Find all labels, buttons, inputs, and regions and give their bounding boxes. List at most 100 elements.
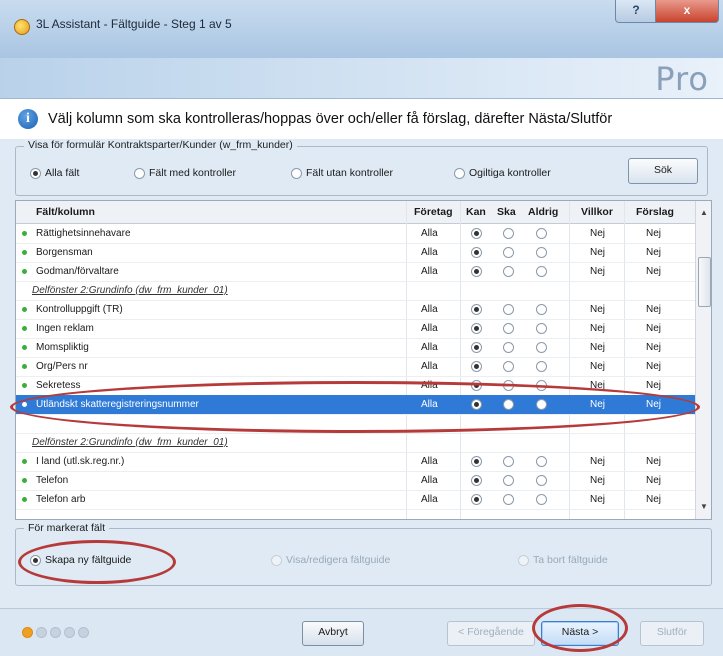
row-forslag[interactable]: Nej (646, 376, 661, 395)
col-ska[interactable]: Ska (497, 201, 516, 223)
radio-ska[interactable] (503, 228, 514, 239)
radio-aldrig[interactable] (536, 475, 547, 486)
radio-ska[interactable] (503, 304, 514, 315)
field-bullet-icon (22, 345, 27, 350)
radio-aldrig[interactable] (536, 266, 547, 277)
row-foretag: Alla (421, 323, 438, 334)
pro-logo: Pro (655, 60, 709, 98)
radio-kan[interactable] (471, 228, 482, 239)
col-villkor[interactable]: Villkor (581, 201, 613, 223)
radio-ska[interactable] (503, 342, 514, 353)
option-visa-redigera-faltguide[interactable]: Visa/redigera fältguide (271, 554, 390, 566)
table-row[interactable]: Godman/förvaltare Alla Nej Nej (16, 262, 695, 282)
radio-aldrig[interactable] (536, 228, 547, 239)
table-row[interactable]: Momspliktig Alla Nej Nej (16, 338, 695, 358)
radio-kan[interactable] (471, 494, 482, 505)
option-ta-bort-faltguide[interactable]: Ta bort fältguide (518, 554, 608, 566)
col-falt-kolumn[interactable]: Fält/kolumn (36, 201, 95, 223)
radio-icon[interactable] (518, 554, 529, 566)
radio-ska[interactable] (503, 361, 514, 372)
row-villkor[interactable]: Nej (590, 300, 605, 319)
row-forslag[interactable]: Nej (646, 452, 661, 471)
radio-aldrig[interactable] (536, 323, 547, 334)
finish-button[interactable]: Slutför (640, 621, 704, 646)
table-row[interactable]: Org/Pers nr Alla Nej Nej (16, 357, 695, 377)
help-button[interactable]: ? (615, 0, 657, 23)
radio-kan[interactable] (471, 266, 482, 277)
scroll-up-icon[interactable]: ▲ (696, 205, 711, 221)
radio-icon[interactable] (454, 167, 465, 179)
radio-aldrig[interactable] (536, 361, 547, 372)
col-foretag[interactable]: Företag (414, 201, 453, 223)
filter-option-falt-med-kontroller[interactable]: Fält med kontroller (134, 167, 236, 179)
table-row[interactable]: Telefon Alla Nej Nej (16, 471, 695, 491)
radio-aldrig[interactable] (536, 304, 547, 315)
row-forslag[interactable]: Nej (646, 338, 661, 357)
radio-aldrig[interactable] (536, 494, 547, 505)
row-villkor[interactable]: Nej (590, 262, 605, 281)
table-row[interactable]: I land (utl.sk.reg.nr.) Alla Nej Nej (16, 452, 695, 472)
radio-kan[interactable] (471, 342, 482, 353)
col-forslag[interactable]: Förslag (636, 201, 674, 223)
close-button[interactable]: x (655, 0, 719, 23)
radio-ska[interactable] (503, 475, 514, 486)
radio-ska[interactable] (503, 494, 514, 505)
col-kan[interactable]: Kan (466, 201, 486, 223)
window-title: 3L Assistant - Fältguide - Steg 1 av 5 (36, 17, 232, 31)
radio-ska[interactable] (503, 323, 514, 334)
row-forslag[interactable]: Nej (646, 319, 661, 338)
filter-option-ogiltiga-kontroller[interactable]: Ogiltiga kontroller (454, 167, 551, 179)
radio-icon[interactable] (271, 554, 282, 566)
radio-ska[interactable] (503, 266, 514, 277)
section-row: Delfönster 2:Grundinfo (dw_frm_kunder_01… (16, 281, 695, 301)
search-button[interactable]: Sök (628, 158, 698, 184)
row-forslag[interactable]: Nej (646, 224, 661, 243)
row-villkor[interactable]: Nej (590, 338, 605, 357)
row-foretag: Alla (421, 456, 438, 467)
radio-aldrig[interactable] (536, 456, 547, 467)
table-row[interactable]: Ingen reklam Alla Nej Nej (16, 319, 695, 339)
grid-scrollbar[interactable]: ▲ ▼ (695, 201, 711, 519)
col-aldrig[interactable]: Aldrig (528, 201, 558, 223)
radio-ska[interactable] (503, 247, 514, 258)
cancel-button[interactable]: Avbryt (302, 621, 364, 646)
radio-kan[interactable] (471, 456, 482, 467)
row-forslag[interactable]: Nej (646, 262, 661, 281)
row-field-name: Rättighetsinnehavare (36, 228, 131, 239)
scroll-thumb[interactable] (698, 257, 711, 307)
row-villkor[interactable]: Nej (590, 243, 605, 262)
radio-ska[interactable] (503, 456, 514, 467)
radio-kan[interactable] (471, 361, 482, 372)
row-villkor[interactable]: Nej (590, 319, 605, 338)
row-forslag[interactable]: Nej (646, 471, 661, 490)
scroll-down-icon[interactable]: ▼ (696, 499, 711, 515)
table-row[interactable]: Telefon arb Alla Nej Nej (16, 490, 695, 510)
row-forslag[interactable]: Nej (646, 357, 661, 376)
radio-aldrig[interactable] (536, 247, 547, 258)
table-row[interactable]: Borgensman Alla Nej Nej (16, 243, 695, 263)
filter-option-alla-falt[interactable]: Alla fält (30, 167, 79, 179)
radio-aldrig[interactable] (536, 342, 547, 353)
row-forslag[interactable]: Nej (646, 243, 661, 262)
filter-option-falt-utan-kontroller[interactable]: Fält utan kontroller (291, 167, 393, 179)
info-icon: i (18, 109, 38, 129)
table-row[interactable]: Rättighetsinnehavare Alla Nej Nej (16, 224, 695, 244)
radio-icon[interactable] (134, 167, 145, 179)
row-forslag[interactable]: Nej (646, 300, 661, 319)
table-row[interactable]: Kontrolluppgift (TR) Alla Nej Nej (16, 300, 695, 320)
radio-kan[interactable] (471, 304, 482, 315)
row-villkor[interactable]: Nej (590, 490, 605, 509)
radio-kan[interactable] (471, 475, 482, 486)
row-villkor[interactable]: Nej (590, 224, 605, 243)
title-bar[interactable]: 3L Assistant - Fältguide - Steg 1 av 5 ?… (0, 0, 723, 58)
previous-button[interactable]: < Föregående (447, 621, 535, 646)
radio-kan[interactable] (471, 323, 482, 334)
row-forslag[interactable]: Nej (646, 490, 661, 509)
row-villkor[interactable]: Nej (590, 357, 605, 376)
wizard-window: 3L Assistant - Fältguide - Steg 1 av 5 ?… (0, 0, 723, 656)
radio-icon[interactable] (291, 167, 302, 179)
row-villkor[interactable]: Nej (590, 471, 605, 490)
row-villkor[interactable]: Nej (590, 452, 605, 471)
radio-icon[interactable] (30, 167, 41, 179)
radio-kan[interactable] (471, 247, 482, 258)
